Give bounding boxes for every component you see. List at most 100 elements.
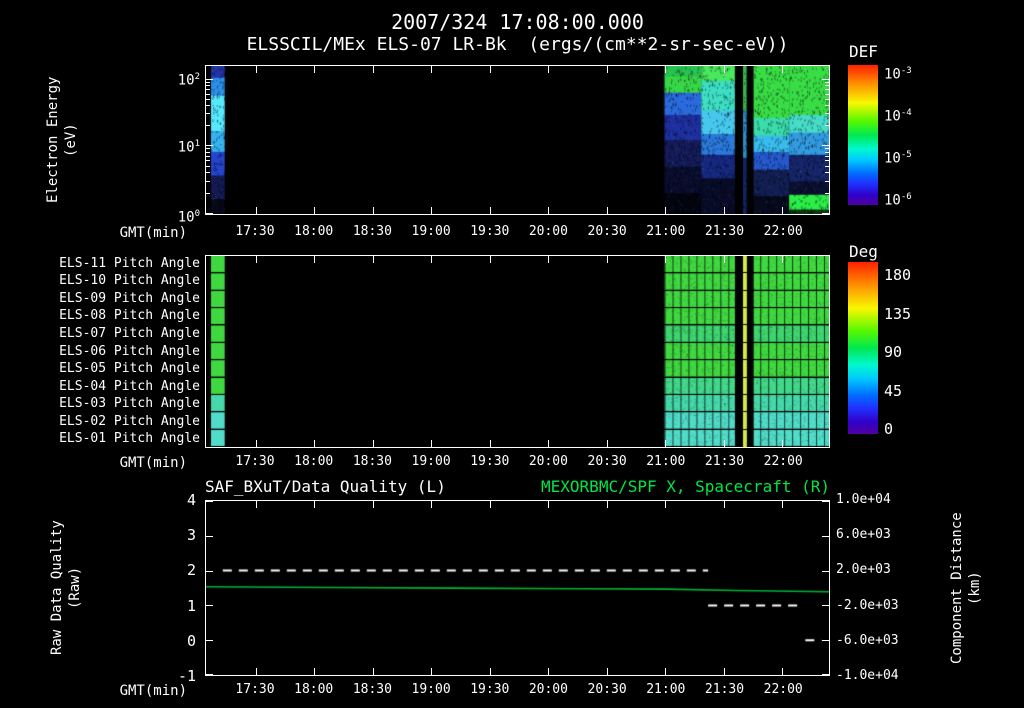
axis-tick	[825, 148, 829, 149]
axis-tick	[782, 668, 783, 675]
pitch-row-labels: ELS-11 Pitch Angle ELS-10 Pitch Angle ELS-…	[0, 255, 202, 448]
axis-tick	[206, 85, 210, 86]
energy-tick-label: 102	[178, 69, 200, 89]
axis-tick	[206, 640, 213, 641]
deg-colorbar-tick-label: 180	[884, 266, 911, 284]
def-colorbar-title: DEF	[849, 42, 878, 61]
time-tick-labels-bottom: 17:30 18:00 18:30 19:00 19:30 20:00 20:30 21:00…	[205, 682, 830, 698]
axis-tick	[314, 440, 315, 447]
quality-tick-label: 4	[187, 491, 196, 509]
axis-tick	[206, 213, 213, 214]
x-tick-label: 18:00	[294, 454, 333, 469]
deg-colorbar-tick-label: 135	[884, 305, 911, 323]
axis-tick	[206, 156, 210, 157]
energy-tick-label: 100	[178, 206, 200, 226]
x-tick-label: 21:00	[646, 224, 685, 239]
pitch-angle-canvas	[206, 256, 829, 447]
axis-tick	[825, 89, 829, 90]
axis-tick	[314, 501, 315, 508]
x-tick-label: 19:00	[412, 224, 451, 239]
deg-colorbar-title: Deg	[849, 242, 878, 261]
def-colorbar-tick-label: 10-4	[884, 105, 912, 125]
x-tick-label: 22:00	[764, 682, 803, 697]
axis-tick	[490, 668, 491, 675]
axis-tick	[825, 105, 829, 106]
axis-tick	[825, 193, 829, 194]
axis-tick	[314, 66, 315, 73]
time-axis-label-top: GMT(min)	[103, 225, 187, 241]
axis-tick	[548, 501, 549, 508]
axis-tick	[665, 207, 666, 214]
axis-tick	[724, 440, 725, 447]
distance-tick-labels: 1.0e+04 6.0e+03 2.0e+03 -2.0e+03 -6.0e+03 -1.…	[836, 500, 908, 676]
axis-tick	[724, 668, 725, 675]
pitch-row-label: ELS-05 Pitch Angle	[59, 361, 200, 376]
axis-tick	[607, 501, 608, 508]
energy-axis-label-line1: Electron Energy	[44, 65, 62, 215]
x-tick-label: 20:30	[588, 454, 627, 469]
axis-tick	[822, 79, 829, 80]
axis-tick	[206, 105, 210, 106]
def-colorbar	[848, 65, 878, 205]
axis-tick	[206, 145, 213, 146]
pitch-row-label: ELS-03 Pitch Angle	[59, 396, 200, 411]
distance-axis-label-line1: Component Distance	[948, 500, 966, 676]
axis-tick	[206, 89, 210, 90]
pitch-row-label: ELS-06 Pitch Angle	[59, 344, 200, 359]
spectrogram-canvas	[206, 66, 829, 214]
axis-tick	[373, 256, 374, 263]
x-tick-label: 19:00	[412, 454, 451, 469]
x-tick-label: 19:00	[412, 682, 451, 697]
axis-tick	[373, 501, 374, 508]
axis-tick	[206, 605, 213, 606]
axis-tick	[607, 440, 608, 447]
energy-axis-label: Electron Energy (eV)	[44, 65, 84, 215]
deg-colorbar-tick-label: 0	[884, 420, 893, 438]
axis-tick	[825, 172, 829, 173]
def-colorbar-tick-label: 10-3	[884, 63, 912, 83]
axis-tick	[373, 207, 374, 214]
x-tick-label: 21:00	[646, 454, 685, 469]
axis-tick	[206, 571, 213, 572]
axis-tick	[431, 207, 432, 214]
axis-tick	[724, 256, 725, 263]
plot-page: 2007/324 17:08:00.000 ELSSCIL/MEx ELS-07…	[0, 0, 1024, 708]
axis-tick	[825, 94, 829, 95]
axis-tick	[490, 440, 491, 447]
quality-tick-label: 3	[187, 526, 196, 544]
axis-tick	[782, 66, 783, 73]
axis-tick	[825, 156, 829, 157]
pitch-row-label: ELS-04 Pitch Angle	[59, 379, 200, 394]
def-colorbar-tick-label: 10-6	[884, 189, 912, 209]
pitch-row-label: ELS-01 Pitch Angle	[59, 431, 200, 446]
axis-tick	[206, 99, 210, 100]
quality-tick-labels: 4 3 2 1 0 -1	[152, 500, 198, 676]
axis-tick	[825, 99, 829, 100]
quality-axis-label-line2: (Raw)	[66, 500, 84, 676]
axis-tick	[724, 207, 725, 214]
x-tick-label: 20:00	[529, 682, 568, 697]
axis-tick	[724, 66, 725, 73]
axis-tick	[206, 125, 210, 126]
quality-axis-label: Raw Data Quality (Raw)	[48, 500, 88, 676]
axis-tick	[607, 668, 608, 675]
axis-tick	[373, 668, 374, 675]
axis-tick	[825, 113, 829, 114]
axis-tick	[206, 152, 210, 153]
axis-tick	[548, 66, 549, 73]
pitch-row-label: ELS-08 Pitch Angle	[59, 308, 200, 323]
axis-tick	[431, 668, 432, 675]
quality-axis-label-line1: Raw Data Quality	[48, 500, 66, 676]
energy-tick-label: 101	[178, 136, 200, 156]
axis-tick	[206, 79, 213, 80]
axis-tick	[256, 207, 257, 214]
axis-tick	[665, 668, 666, 675]
axis-tick	[373, 66, 374, 73]
def-colorbar-tick-label: 10-5	[884, 147, 912, 167]
axis-tick	[256, 256, 257, 263]
time-tick-labels-top: 17:30 18:00 18:30 19:00 19:30 20:00 20:30 21:00…	[205, 224, 830, 240]
x-tick-label: 19:30	[470, 224, 509, 239]
x-tick-label: 18:00	[294, 682, 333, 697]
axis-tick	[822, 213, 829, 214]
axis-tick	[314, 256, 315, 263]
